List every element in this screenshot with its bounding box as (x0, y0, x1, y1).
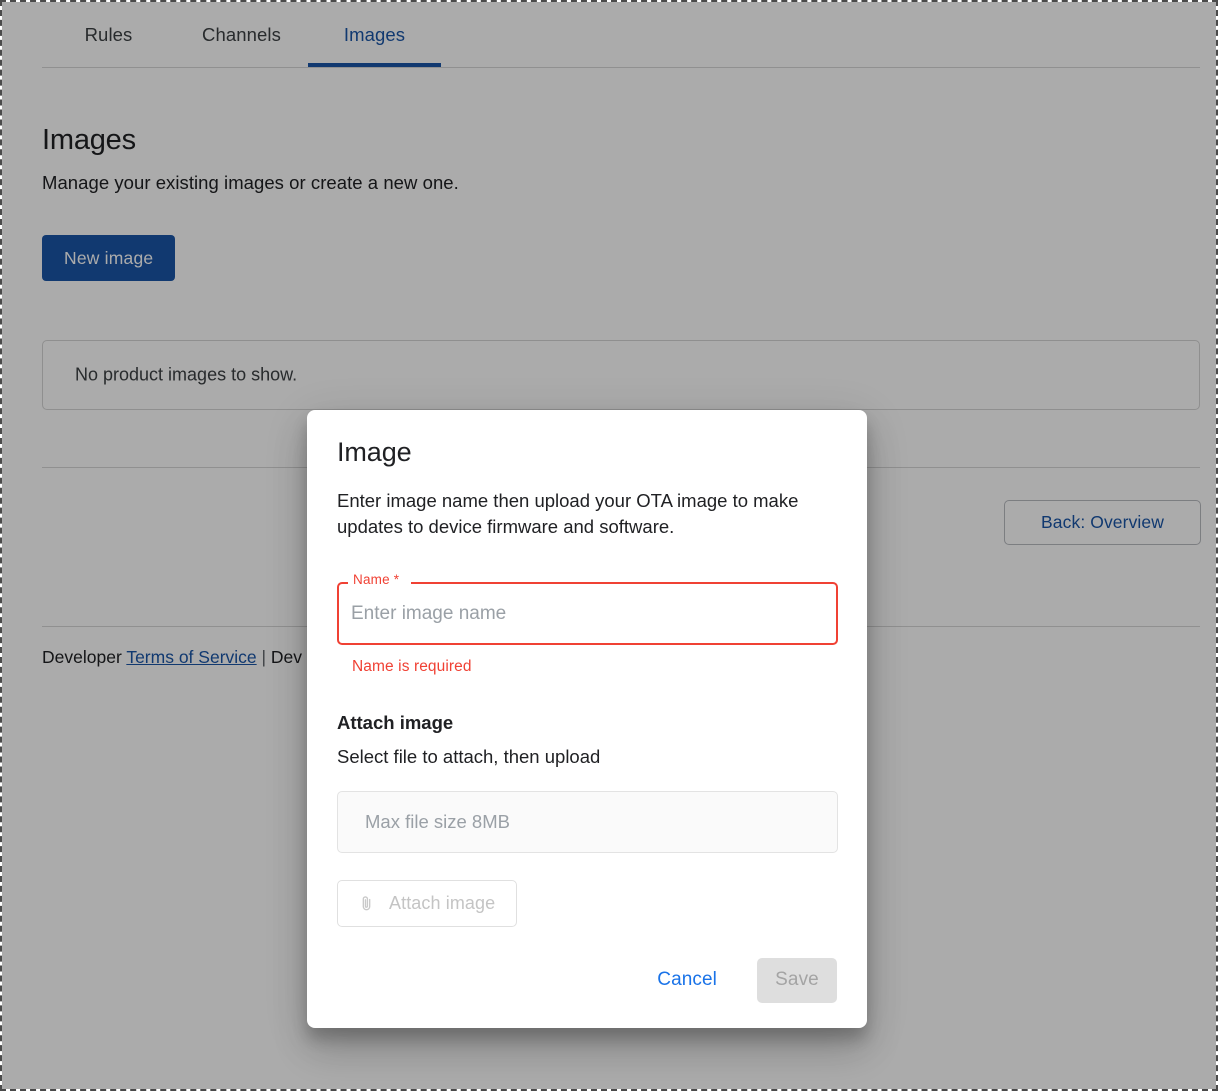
attach-image-subtext: Select file to attach, then upload (337, 746, 601, 767)
dialog-description: Enter image name then upload your OTA im… (337, 490, 799, 537)
attach-image-button[interactable]: Attach image (337, 880, 517, 927)
dialog-actions: Cancel Save (337, 955, 837, 1005)
paperclip-icon (358, 894, 375, 913)
attach-image-button-label: Attach image (389, 893, 496, 913)
browser-viewport: Rules Channels Images Images Manage your… (0, 0, 1218, 1091)
name-error-message: Name is required (352, 658, 472, 675)
file-drop-area[interactable]: Max file size 8MB (337, 791, 838, 853)
cancel-button[interactable]: Cancel (647, 961, 727, 999)
image-dialog: Image Enter image name then upload your … (307, 410, 867, 1028)
name-field: Name * (337, 572, 838, 645)
attach-image-heading: Attach image (337, 712, 454, 733)
save-button: Save (757, 957, 837, 1003)
file-size-hint: Max file size 8MB (365, 811, 510, 832)
name-input[interactable] (339, 584, 836, 643)
dialog-title: Image (337, 437, 412, 467)
